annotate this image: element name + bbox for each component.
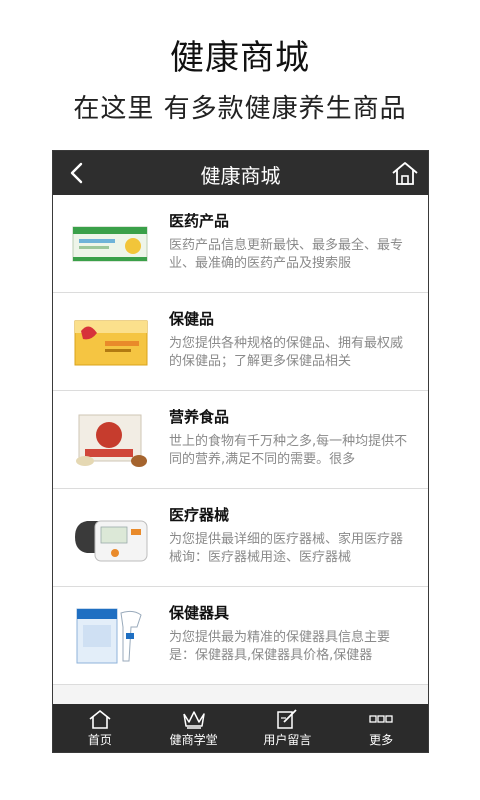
tab-home[interactable]: 首页	[53, 704, 147, 752]
food-giftbox-image	[76, 414, 147, 467]
tab-label: 用户留言	[263, 733, 312, 747]
item-name: 营养食品	[169, 408, 230, 426]
item-name: 保健器具	[169, 604, 230, 622]
item-description: 为您提供最为精准的保健器具信息主要是：保健器具,保健器具价格,保健器	[169, 630, 391, 663]
item-description: 医药产品信息更新最快、最多最全、最专业、最准确的医药产品及搜索服	[169, 238, 404, 271]
list-item-nutrition-food[interactable]: 营养食品 世上的食物有千万种之多,每一种均提供不同的营养,满足不同的需要。很多	[53, 391, 428, 489]
tab-label: 更多	[369, 733, 394, 747]
header-title: 健康商城	[200, 164, 281, 188]
crown-icon	[182, 711, 205, 729]
blood-pressure-monitor-image	[75, 520, 148, 562]
item-name: 保健品	[169, 310, 215, 328]
promo-subtitle: 在这里 有多款健康养生商品	[73, 94, 407, 124]
edit-note-icon	[277, 709, 298, 729]
item-description: 为您提供最详细的医疗器械、家用医疗器械询：医疗器械用途、医疗器械	[169, 532, 404, 565]
product-category-list: 医药产品 医药产品信息更新最快、最多最全、最专业、最准确的医药产品及搜索服 保健…	[53, 195, 428, 705]
tab-health-academy[interactable]: 健商学堂	[147, 704, 241, 752]
list-item-health-appliance[interactable]: 保健器具 为您提供最为精准的保健器具信息主要是：保健器具,保健器具价格,保健器	[53, 587, 428, 685]
item-description: 世上的食物有千万种之多,每一种均提供不同的营养,满足不同的需要。很多	[169, 434, 408, 467]
tab-more[interactable]: 更多	[334, 704, 428, 752]
list-item-medical-device[interactable]: 医疗器械 为您提供最详细的医疗器械、家用医疗器械询：医疗器械用途、医疗器械	[53, 489, 428, 587]
phone-screen: 健康商城 医药产品 医药产品信息更新最快、最多最全、最专业、最准确的医药产品及搜…	[52, 150, 429, 753]
medicine-box-image	[72, 226, 148, 262]
item-description: 为您提供各种规格的保健品、拥有最权威的保健品；了解更多保健品相关	[169, 336, 404, 369]
item-name: 医疗器械	[169, 506, 230, 524]
tab-label: 健商学堂	[169, 733, 218, 747]
home-icon	[89, 709, 111, 729]
list-item-medicine[interactable]: 医药产品 医药产品信息更新最快、最多最全、最专业、最准确的医药产品及搜索服	[53, 195, 428, 293]
app-header: 健康商城	[53, 151, 428, 195]
promo-title: 健康商城	[170, 38, 310, 78]
item-name: 医药产品	[169, 212, 230, 230]
tab-user-message[interactable]: 用户留言	[241, 704, 335, 752]
list-item-supplement[interactable]: 保健品 为您提供各种规格的保健品、拥有最权威的保健品；了解更多保健品相关	[53, 293, 428, 391]
supplement-box-image	[74, 320, 148, 366]
thermometer-image	[76, 608, 142, 664]
more-icon	[369, 715, 393, 723]
bottom-tab-bar: 首页 健商学堂 用户留言 更多	[53, 704, 428, 752]
home-icon[interactable]	[390, 159, 420, 187]
tab-label: 首页	[87, 733, 112, 747]
